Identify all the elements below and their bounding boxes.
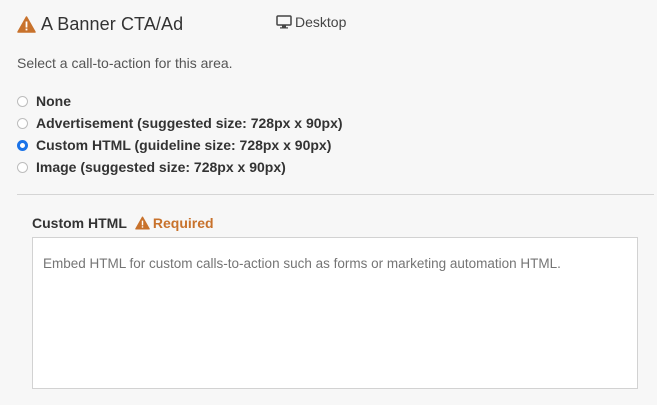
device-label: Desktop <box>295 14 347 30</box>
radio-button[interactable] <box>17 117 28 129</box>
section-title: A Banner CTA/Ad <box>41 13 184 34</box>
cta-options: None Advertisement (suggested size: 728p… <box>17 90 343 178</box>
option-label: Advertisement (suggested size: 728px x 9… <box>36 115 343 131</box>
custom-html-textarea[interactable] <box>32 237 638 389</box>
option-advertisement[interactable]: Advertisement (suggested size: 728px x 9… <box>17 112 343 134</box>
warning-icon <box>135 216 150 230</box>
required-label: Required <box>152 215 214 231</box>
radio-button[interactable] <box>17 161 28 173</box>
warning-icon <box>17 15 36 33</box>
option-image[interactable]: Image (suggested size: 728px x 90px) <box>17 156 343 178</box>
radio-button[interactable] <box>17 139 28 151</box>
radio-button[interactable] <box>17 95 28 107</box>
divider <box>17 194 654 195</box>
monitor-icon <box>276 15 292 29</box>
required-indicator: Required <box>135 215 214 231</box>
option-label: Image (suggested size: 728px x 90px) <box>36 159 286 175</box>
section-header: A Banner CTA/Ad <box>17 12 183 36</box>
section-description: Select a call-to-action for this area. <box>17 55 233 71</box>
custom-html-field-label: Custom HTML Required <box>32 215 214 231</box>
option-custom-html[interactable]: Custom HTML (guideline size: 728px x 90p… <box>17 134 343 156</box>
option-none[interactable]: None <box>17 90 343 112</box>
field-label-text: Custom HTML <box>32 215 127 231</box>
option-label: Custom HTML (guideline size: 728px x 90p… <box>36 137 332 153</box>
device-indicator: Desktop <box>276 14 346 30</box>
option-label: None <box>36 93 71 109</box>
